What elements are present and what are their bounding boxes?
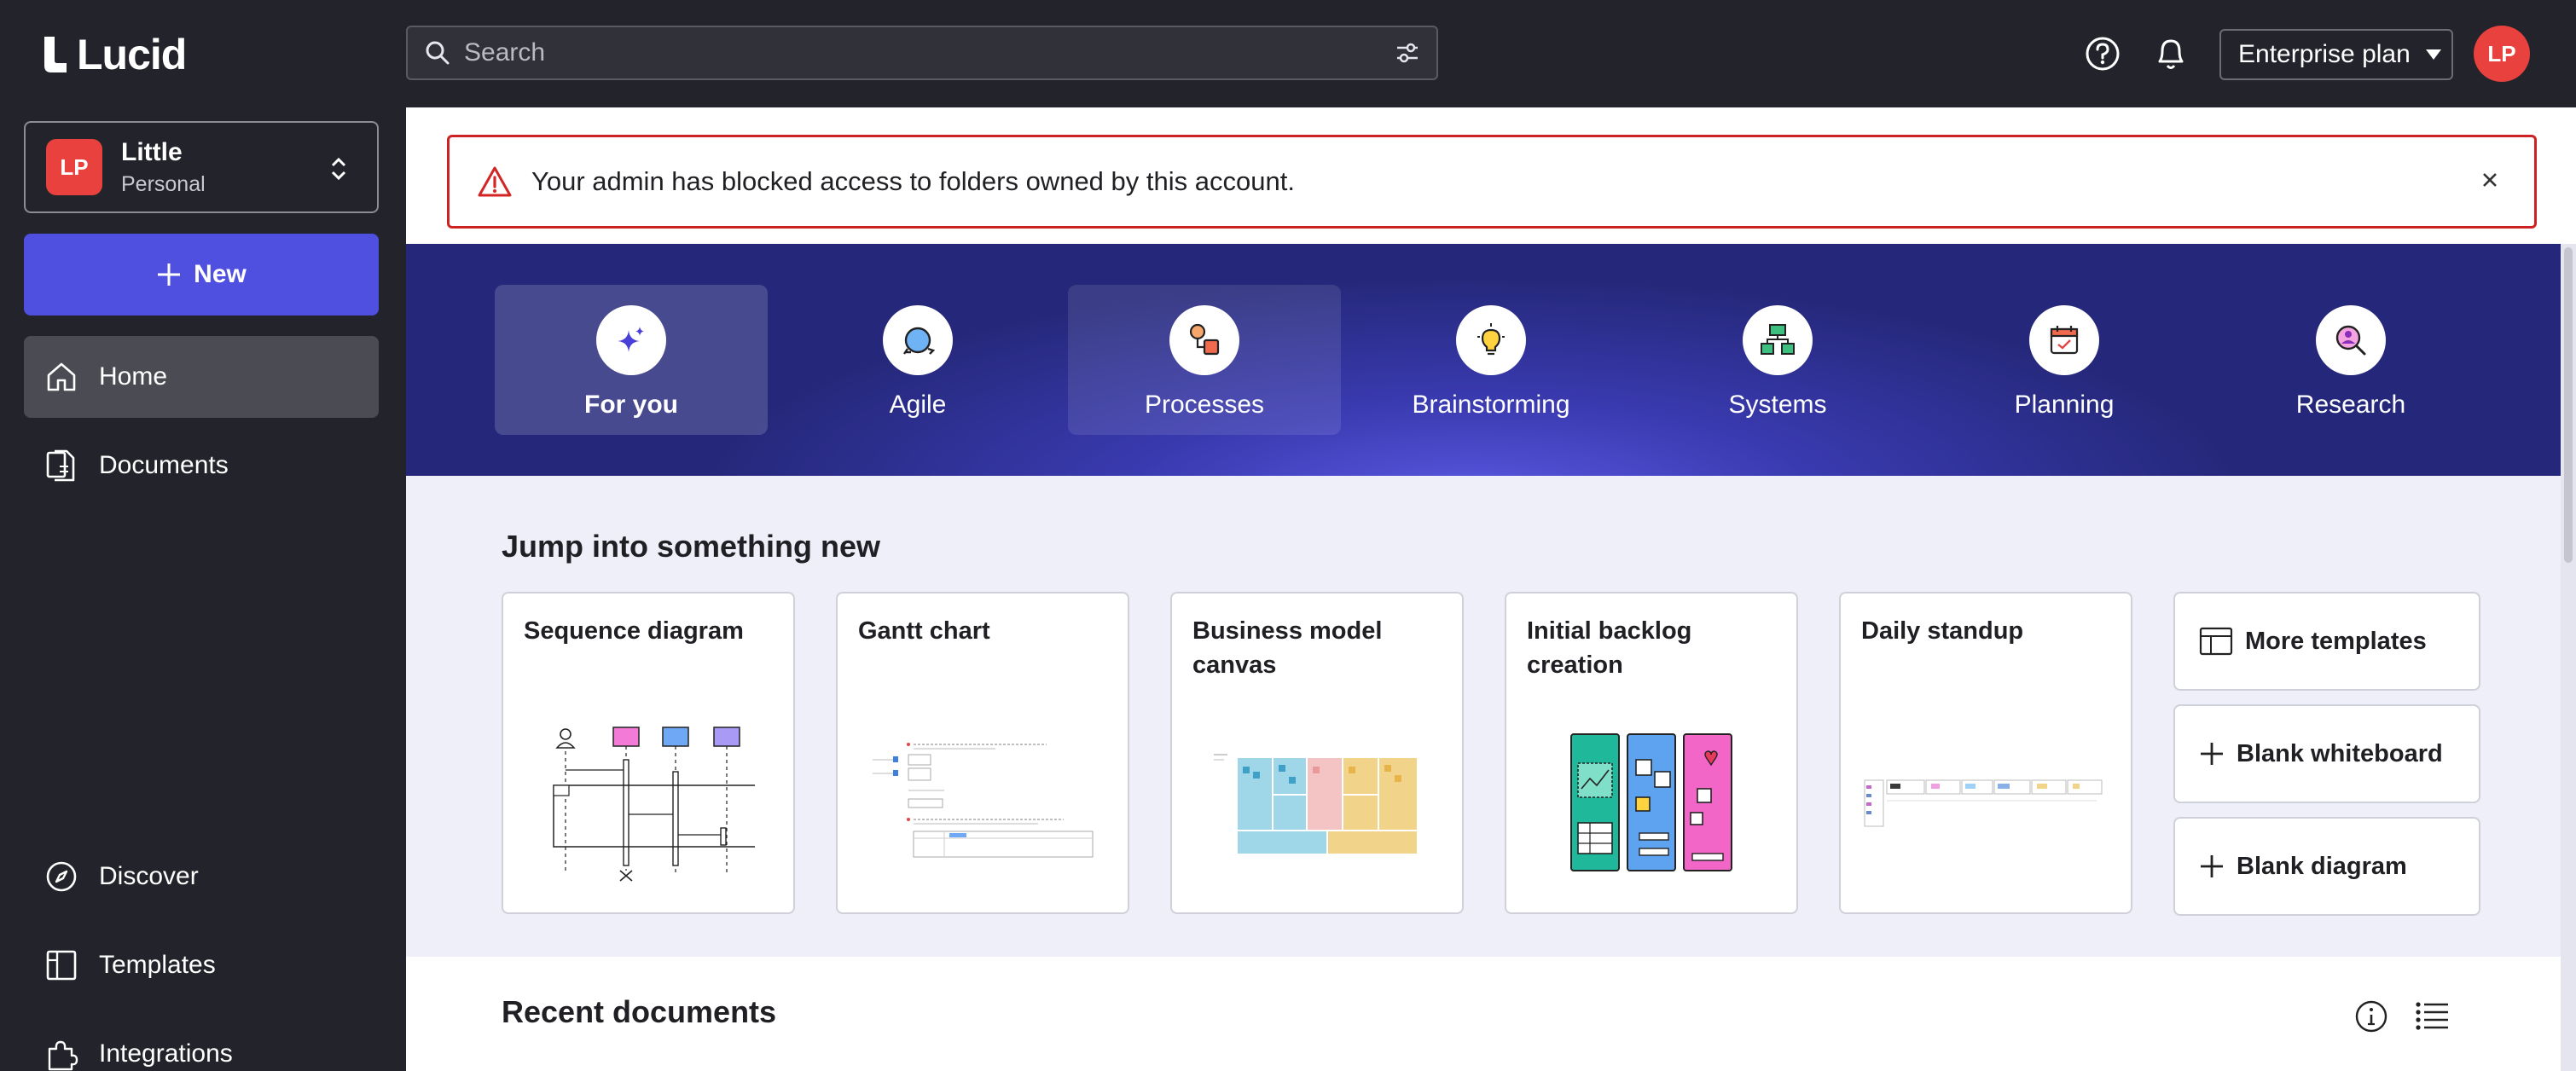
tab-planning[interactable]: Planning	[1928, 285, 2201, 435]
lucid-logo-icon	[44, 37, 67, 72]
plus-icon	[2201, 743, 2223, 765]
compass-icon	[46, 861, 77, 892]
main-scrollbar[interactable]	[2561, 244, 2576, 1071]
user-initials: LP	[2487, 40, 2516, 67]
tab-brainstorming[interactable]: Brainstorming	[1355, 285, 1627, 435]
sidebar: LP Little Personal New Home Documents Di…	[0, 107, 406, 1071]
sidebar-item-label: Discover	[99, 862, 199, 890]
recent-documents-title: Recent documents	[502, 994, 777, 1029]
template-card-initial-backlog-creation[interactable]: Initial backlog creation	[1505, 592, 1798, 914]
caret-down-icon	[2425, 49, 2441, 60]
puzzle-icon	[48, 1040, 78, 1071]
action-label: More templates	[2245, 627, 2427, 655]
daily-standup-thumbnail	[1858, 708, 2114, 895]
template-card-daily-standup[interactable]: Daily standup	[1839, 592, 2132, 914]
systems-icon	[1743, 305, 1813, 375]
tab-label: Planning	[2014, 391, 2115, 419]
sidebar-item-label: Documents	[99, 451, 229, 479]
alert-message: Your admin has blocked access to folders…	[531, 166, 1295, 196]
sidebar-item-templates[interactable]: Templates	[24, 924, 379, 1006]
templates-icon	[2199, 627, 2233, 656]
top-bar: Lucid Enterprise plan LP	[0, 0, 2576, 107]
sidebar-item-label: Templates	[99, 951, 216, 979]
tab-agile[interactable]: Agile	[781, 285, 1054, 435]
scrollbar-thumb[interactable]	[2564, 247, 2573, 563]
template-card-sequence-diagram[interactable]: Sequence diagram	[502, 592, 795, 914]
sidebar-item-label: Integrations	[99, 1039, 233, 1068]
sequence-diagram-thumbnail	[520, 708, 776, 895]
category-tabs: For you Agile Processes Brainstorming Sy…	[406, 244, 2561, 476]
notifications-bell-icon[interactable]	[2153, 34, 2189, 78]
plan-label: Enterprise plan	[2238, 40, 2411, 68]
blank-diagram-button[interactable]: Blank diagram	[2173, 817, 2480, 916]
tab-label: Brainstorming	[1412, 391, 1570, 419]
plus-icon	[158, 263, 181, 286]
search-bar[interactable]	[406, 26, 1438, 80]
home-icon	[47, 362, 76, 391]
agile-icon	[883, 305, 953, 375]
account-switcher[interactable]: LP Little Personal	[24, 121, 379, 213]
tab-label: Processes	[1144, 391, 1265, 419]
calendar-icon	[2029, 305, 2099, 375]
account-name: Little	[121, 137, 183, 166]
search-input[interactable]	[464, 38, 1395, 67]
card-title: Daily standup	[1861, 617, 2024, 645]
research-icon	[2316, 305, 2386, 375]
card-title: Sequence diagram	[524, 617, 744, 645]
info-icon[interactable]	[2354, 999, 2388, 1038]
jump-section-title: Jump into something new	[502, 529, 881, 564]
business-model-canvas-thumbnail	[1189, 708, 1445, 895]
list-view-icon[interactable]	[2414, 999, 2450, 1038]
action-label: Blank diagram	[2237, 852, 2407, 880]
documents-icon	[46, 449, 75, 482]
tab-for-you[interactable]: For you	[495, 285, 768, 435]
account-type: Personal	[121, 171, 206, 196]
tab-label: Research	[2295, 391, 2406, 419]
alert-container: Your admin has blocked access to folders…	[406, 107, 2576, 244]
action-label: Blank whiteboard	[2237, 739, 2443, 767]
tab-label: Systems	[1728, 391, 1827, 419]
tab-systems[interactable]: Systems	[1641, 285, 1914, 435]
search-icon	[426, 41, 450, 65]
main-content: Your admin has blocked access to folders…	[406, 107, 2576, 1071]
recent-documents-section: Recent documents	[406, 957, 2561, 1071]
gantt-chart-thumbnail	[855, 708, 1111, 895]
new-button[interactable]: New	[24, 234, 379, 316]
plus-icon	[2201, 855, 2223, 877]
tab-label: For you	[584, 391, 678, 419]
sidebar-item-discover[interactable]: Discover	[24, 836, 379, 918]
sidebar-item-integrations[interactable]: Integrations	[24, 1013, 379, 1071]
new-button-label: New	[194, 260, 247, 288]
card-title: Gantt chart	[858, 617, 990, 645]
card-title: Business model canvas	[1192, 617, 1383, 679]
app-name: Lucid	[77, 31, 187, 78]
templates-icon	[46, 950, 77, 981]
chevron-up-down-icon	[331, 157, 346, 181]
account-avatar: LP	[46, 139, 102, 195]
warning-icon	[478, 166, 512, 197]
filter-icon[interactable]	[1395, 42, 1419, 64]
lucid-logo[interactable]: Lucid	[43, 31, 187, 78]
close-icon[interactable]	[2480, 170, 2500, 190]
card-title: Initial backlog creation	[1527, 617, 1692, 679]
tab-label: Agile	[889, 391, 947, 419]
blank-whiteboard-button[interactable]: Blank whiteboard	[2173, 704, 2480, 803]
tab-processes[interactable]: Processes	[1068, 285, 1341, 435]
account-initials: LP	[60, 153, 89, 180]
user-avatar[interactable]: LP	[2474, 26, 2530, 82]
plan-selector-button[interactable]: Enterprise plan	[2219, 29, 2453, 80]
sidebar-item-home[interactable]: Home	[24, 336, 379, 418]
help-icon[interactable]	[2085, 36, 2121, 76]
backlog-thumbnail	[1523, 708, 1779, 895]
process-icon	[1169, 305, 1239, 375]
template-card-gantt-chart[interactable]: Gantt chart	[836, 592, 1129, 914]
tab-research[interactable]: Research	[2214, 285, 2487, 435]
template-card-business-model-canvas[interactable]: Business model canvas	[1170, 592, 1464, 914]
admin-alert-banner: Your admin has blocked access to folders…	[447, 135, 2537, 229]
sidebar-item-label: Home	[99, 362, 168, 391]
sparkle-icon	[596, 305, 666, 375]
more-templates-button[interactable]: More templates	[2173, 592, 2480, 691]
sidebar-item-documents[interactable]: Documents	[24, 425, 379, 507]
lightbulb-icon	[1456, 305, 1526, 375]
